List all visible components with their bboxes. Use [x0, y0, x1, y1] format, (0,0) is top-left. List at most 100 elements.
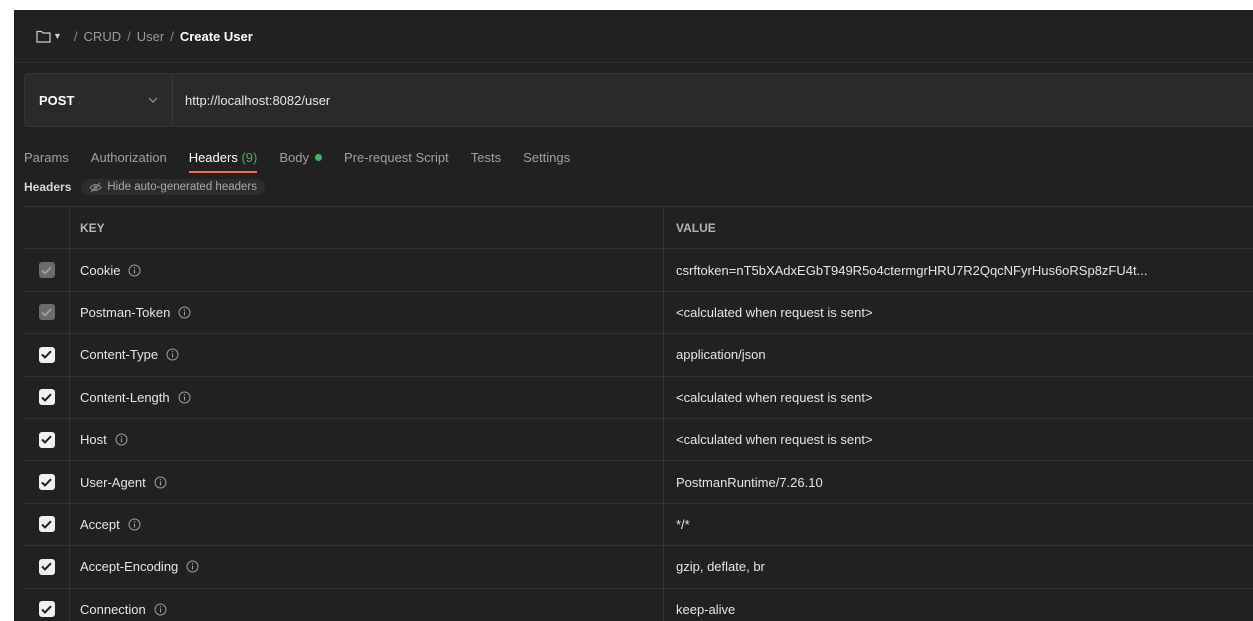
- breadcrumb: ▼ / CRUD / User / Create User: [14, 10, 1253, 63]
- header-value: csrftoken=nT5bXAdxEGbT949R5o4ctermgrHRU7…: [676, 262, 1148, 278]
- checkmark-icon: [41, 350, 52, 360]
- header-key-cell[interactable]: User-Agent: [70, 461, 664, 503]
- table-row: User-Agent PostmanRuntime/7.26.10: [24, 461, 1253, 504]
- header-key-cell[interactable]: Accept-Encoding: [70, 546, 664, 588]
- method-select[interactable]: POST: [25, 74, 173, 126]
- table-header-row: KEY VALUE: [24, 207, 1253, 250]
- info-icon[interactable]: [115, 433, 128, 446]
- header-value-cell[interactable]: application/json: [664, 334, 1253, 375]
- table-row: Content-Length <calculated when request i…: [24, 376, 1253, 419]
- header-value-cell[interactable]: csrftoken=nT5bXAdxEGbT949R5o4ctermgrHRU7…: [664, 249, 1253, 290]
- checkmark-icon: [41, 308, 52, 317]
- row-checkbox[interactable]: [38, 389, 55, 406]
- header-key-cell[interactable]: Connection: [70, 588, 664, 621]
- header-value-cell[interactable]: */*: [664, 504, 1253, 545]
- info-icon[interactable]: [128, 264, 141, 277]
- info-icon[interactable]: [154, 476, 167, 489]
- tab-params[interactable]: Params: [24, 150, 69, 171]
- info-icon[interactable]: [178, 391, 191, 404]
- chevron-down-icon[interactable]: ▼: [53, 31, 62, 41]
- breadcrumb-separator: /: [73, 28, 78, 44]
- request-tabs: Params Authorization Headers (9) Body Pr…: [24, 150, 592, 173]
- table-row: Connection keep-alive: [24, 588, 1253, 621]
- checkmark-icon: [41, 605, 52, 614]
- row-checkbox: [38, 262, 55, 279]
- header-key-cell[interactable]: Cookie: [70, 249, 664, 291]
- tab-authorization[interactable]: Authorization: [91, 150, 167, 171]
- tab-settings[interactable]: Settings: [523, 150, 570, 171]
- tab-label: Tests: [470, 150, 502, 165]
- table-row: Postman-Token <calculated when request is…: [24, 291, 1253, 335]
- header-value-cell[interactable]: gzip, deflate, br: [664, 546, 1253, 587]
- collection-icon[interactable]: [36, 30, 51, 43]
- request-name[interactable]: Create User: [180, 29, 253, 44]
- header-check-cell: [24, 207, 70, 249]
- info-icon[interactable]: [128, 518, 141, 531]
- info-icon[interactable]: [166, 348, 179, 361]
- row-check-cell: [24, 418, 70, 461]
- row-check-cell: [24, 503, 70, 546]
- tab-label: Headers: [188, 150, 238, 165]
- header-value-cell[interactable]: <calculated when request is sent>: [664, 377, 1253, 418]
- checkmark-icon: [41, 520, 52, 529]
- tab-pre-request-script[interactable]: Pre-request Script: [344, 150, 449, 171]
- header-key-cell[interactable]: Host: [70, 418, 664, 461]
- column-header-value: VALUE: [676, 220, 716, 235]
- header-key: Accept: [80, 516, 120, 532]
- header-value: <calculated when request is sent>: [676, 432, 873, 448]
- header-key: User-Agent: [80, 474, 146, 490]
- row-checkbox[interactable]: [38, 474, 55, 491]
- header-value: <calculated when request is sent>: [676, 304, 873, 320]
- hide-label: Hide auto-generated headers: [107, 181, 257, 193]
- row-check-cell: [24, 461, 70, 503]
- tab-headers[interactable]: Headers (9): [188, 150, 257, 173]
- row-check-cell: [24, 291, 70, 334]
- tab-label: Body: [279, 150, 309, 165]
- row-check-cell: [24, 588, 70, 621]
- info-icon[interactable]: [154, 603, 167, 616]
- header-value: */*: [676, 516, 690, 532]
- tab-label: Params: [24, 150, 69, 165]
- hide-auto-generated-button[interactable]: Hide auto-generated headers: [81, 179, 265, 195]
- tab-body[interactable]: Body: [279, 150, 322, 171]
- body-indicator-dot: [314, 154, 322, 161]
- info-icon[interactable]: [186, 560, 199, 573]
- table-row: Accept */*: [24, 503, 1253, 547]
- table-row: Cookie csrftoken=nT5bXAdxEGbT949R5o4cterm…: [24, 249, 1253, 292]
- row-checkbox[interactable]: [38, 431, 55, 448]
- breadcrumb-separator: /: [127, 28, 131, 44]
- url-input[interactable]: http://localhost:8082/user: [173, 93, 330, 108]
- header-value-cell[interactable]: <calculated when request is sent>: [664, 419, 1253, 460]
- breadcrumb-crud[interactable]: CRUD: [84, 29, 122, 44]
- header-key-cell[interactable]: Content-Length: [70, 376, 664, 418]
- header-value: <calculated when request is sent>: [676, 389, 873, 405]
- breadcrumb-user[interactable]: User: [137, 29, 164, 44]
- header-key: Content-Type: [80, 347, 159, 363]
- eye-off-icon: [89, 182, 103, 192]
- tab-tests[interactable]: Tests: [471, 150, 501, 171]
- header-key: Connection: [80, 601, 146, 617]
- row-checkbox[interactable]: [38, 346, 55, 363]
- checkmark-icon: [41, 266, 52, 275]
- header-key: Cookie: [80, 262, 121, 278]
- header-key: Host: [80, 432, 107, 448]
- row-checkbox[interactable]: [38, 558, 55, 575]
- url-bar: POST http://localhost:8082/user: [24, 73, 1253, 127]
- info-icon[interactable]: [178, 306, 191, 319]
- header-key-cell[interactable]: Accept: [70, 503, 664, 546]
- tab-label: Pre-request Script: [343, 150, 449, 165]
- header-value-cell[interactable]: PostmanRuntime/7.26.10: [664, 461, 1253, 502]
- header-value-cell[interactable]: keep-alive: [664, 589, 1253, 621]
- row-check-cell: [24, 546, 70, 588]
- checkmark-icon: [41, 562, 52, 572]
- header-key-cell[interactable]: Content-Type: [70, 334, 664, 376]
- section-title: Headers: [24, 180, 72, 194]
- row-checkbox[interactable]: [38, 601, 55, 618]
- header-key-cell[interactable]: Postman-Token: [70, 291, 664, 334]
- checkmark-icon: [41, 478, 52, 487]
- header-value-cell[interactable]: <calculated when request is sent>: [664, 292, 1253, 333]
- table-row: Content-Type application/json: [24, 334, 1253, 377]
- row-checkbox[interactable]: [38, 516, 55, 533]
- tab-label: Settings: [523, 150, 571, 165]
- row-check-cell: [24, 376, 70, 418]
